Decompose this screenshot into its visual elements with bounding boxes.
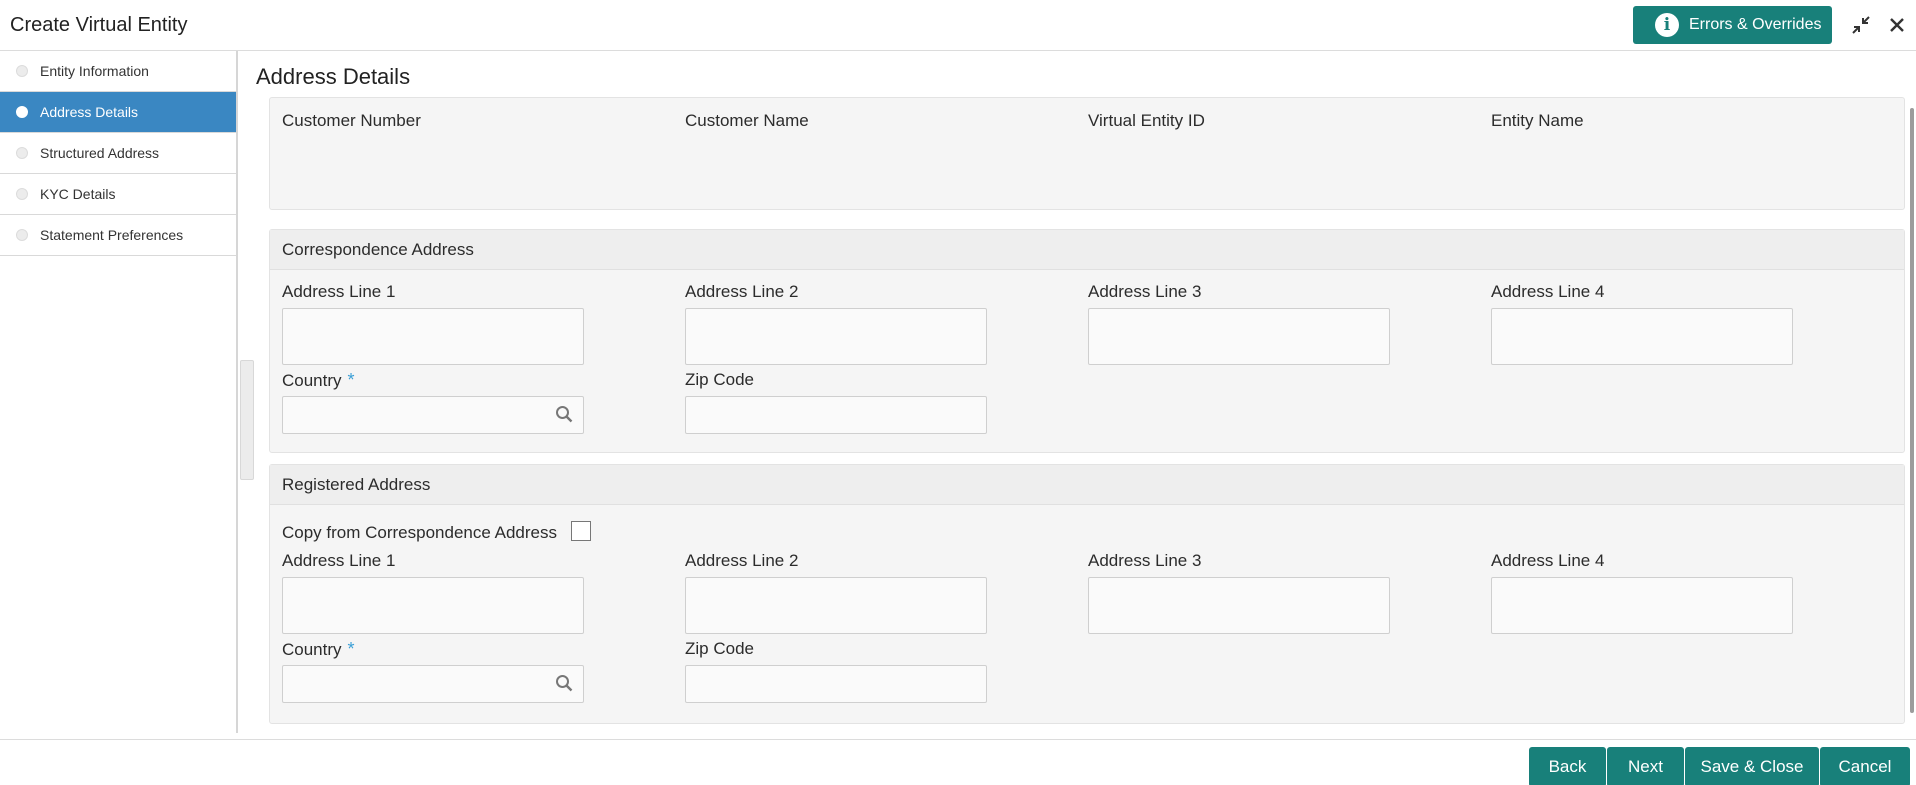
reg-country-input[interactable] xyxy=(282,665,584,703)
reg-zip-code-input[interactable] xyxy=(685,665,987,703)
vertical-scrollbar[interactable] xyxy=(1910,108,1914,713)
errors-overrides-label: Errors & Overrides xyxy=(1689,16,1822,33)
required-marker: * xyxy=(347,639,355,659)
header-bar: Create Virtual Entity i Errors & Overrid… xyxy=(0,0,1916,51)
correspondence-address-header: Correspondence Address xyxy=(270,230,1904,270)
reg-zip-code-label: Zip Code xyxy=(685,639,754,658)
customer-number-label: Customer Number xyxy=(282,111,421,130)
corr-address-line-3-label: Address Line 3 xyxy=(1088,282,1202,301)
corr-address-line-1-label: Address Line 1 xyxy=(282,282,396,301)
step-dot-icon xyxy=(16,147,28,159)
reg-address-line-3-label: Address Line 3 xyxy=(1088,551,1202,570)
page-title: Create Virtual Entity xyxy=(10,14,188,36)
sidebar-item-label: KYC Details xyxy=(40,186,116,202)
step-dot-icon xyxy=(16,65,28,77)
reg-address-line-2-label: Address Line 2 xyxy=(685,551,799,570)
sidebar-item-label: Structured Address xyxy=(40,145,160,161)
section-title: Address Details xyxy=(256,64,411,89)
step-dot-icon xyxy=(16,106,28,118)
footer-bar: Back Next Save & Close Cancel xyxy=(0,739,1916,785)
close-icon[interactable] xyxy=(1886,14,1908,36)
reg-address-line-4-input[interactable] xyxy=(1491,577,1793,634)
next-button[interactable]: Next xyxy=(1607,747,1684,785)
cancel-button[interactable]: Cancel xyxy=(1820,747,1910,785)
main-content: Address Details Customer Number Customer… xyxy=(256,51,1916,733)
customer-name-label: Customer Name xyxy=(685,111,809,130)
search-icon[interactable] xyxy=(555,405,573,423)
reg-address-line-3-input[interactable] xyxy=(1088,577,1390,634)
save-close-button[interactable]: Save & Close xyxy=(1685,747,1819,785)
required-marker: * xyxy=(347,370,355,390)
step-dot-icon xyxy=(16,188,28,200)
reg-country-label: Country * xyxy=(282,639,355,660)
corr-zip-code-input[interactable] xyxy=(685,396,987,434)
registered-address-panel: Registered Address Copy from Corresponde… xyxy=(269,464,1905,724)
entity-name-label: Entity Name xyxy=(1491,111,1584,130)
summary-panel: Customer Number Customer Name Virtual En… xyxy=(269,97,1905,210)
reg-address-line-4-label: Address Line 4 xyxy=(1491,551,1605,570)
virtual-entity-id-label: Virtual Entity ID xyxy=(1088,111,1205,130)
shrink-icon[interactable] xyxy=(1850,14,1872,36)
corr-zip-code-label: Zip Code xyxy=(685,370,754,389)
corr-country-label-text: Country xyxy=(282,371,342,390)
corr-country-input[interactable] xyxy=(282,396,584,434)
errors-overrides-button[interactable]: i Errors & Overrides xyxy=(1633,6,1832,44)
sidebar-item-label: Entity Information xyxy=(40,63,149,79)
copy-from-correspondence-label: Copy from Correspondence Address xyxy=(282,523,557,542)
sidebar-collapse-handle[interactable] xyxy=(240,360,254,480)
corr-address-line-2-label: Address Line 2 xyxy=(685,282,799,301)
corr-address-line-4-input[interactable] xyxy=(1491,308,1793,365)
sidebar-item-address-details[interactable]: Address Details xyxy=(0,92,236,133)
sidebar-item-entity-information[interactable]: Entity Information xyxy=(0,51,236,92)
corr-address-line-4-label: Address Line 4 xyxy=(1491,282,1605,301)
sidebar-item-label: Statement Preferences xyxy=(40,227,184,243)
sidebar-item-label: Address Details xyxy=(40,104,139,120)
sidebar-item-structured-address[interactable]: Structured Address xyxy=(0,133,236,174)
corr-address-line-2-input[interactable] xyxy=(685,308,987,365)
correspondence-address-panel: Correspondence Address Address Line 1 Ad… xyxy=(269,229,1905,453)
app-window: Create Virtual Entity i Errors & Overrid… xyxy=(0,0,1916,785)
step-navigation: Entity Information Address Details Struc… xyxy=(0,51,238,733)
corr-country-label: Country * xyxy=(282,370,355,391)
reg-address-line-2-input[interactable] xyxy=(685,577,987,634)
copy-from-correspondence-checkbox[interactable] xyxy=(571,521,591,541)
reg-address-line-1-input[interactable] xyxy=(282,577,584,634)
info-icon: i xyxy=(1655,13,1679,37)
step-dot-icon xyxy=(16,229,28,241)
reg-address-line-1-label: Address Line 1 xyxy=(282,551,396,570)
search-icon[interactable] xyxy=(555,674,573,692)
sidebar-item-kyc-details[interactable]: KYC Details xyxy=(0,174,236,215)
sidebar-item-statement-preferences[interactable]: Statement Preferences xyxy=(0,215,236,256)
corr-address-line-1-input[interactable] xyxy=(282,308,584,365)
back-button[interactable]: Back xyxy=(1529,747,1606,785)
corr-address-line-3-input[interactable] xyxy=(1088,308,1390,365)
reg-country-label-text: Country xyxy=(282,640,342,659)
registered-address-header: Registered Address xyxy=(270,465,1904,505)
